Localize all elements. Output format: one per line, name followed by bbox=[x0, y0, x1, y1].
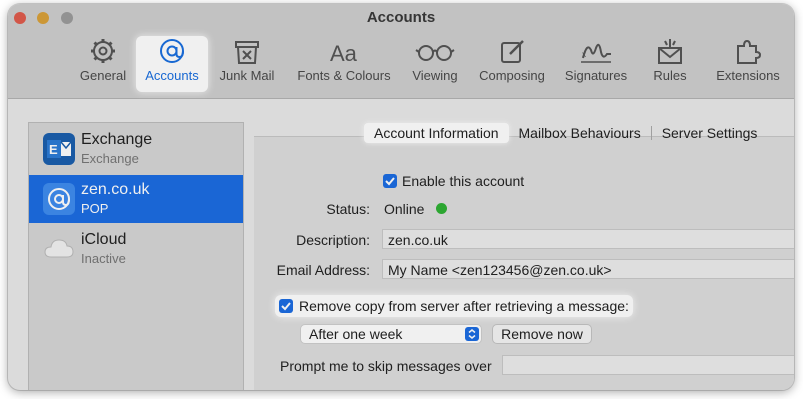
accounts-list: E Exchange Exchange zen.co.uk POP iCloud… bbox=[28, 122, 244, 390]
tab-mailbox-behaviours[interactable]: Mailbox Behaviours bbox=[509, 123, 651, 143]
preferences-toolbar: Accounts General Accounts Junk Mail Aa F… bbox=[8, 4, 794, 99]
compose-icon bbox=[501, 40, 524, 63]
status-label: Status: bbox=[326, 201, 370, 217]
toolbar-general-tab[interactable]: General bbox=[74, 36, 132, 92]
svg-text:x: x bbox=[582, 50, 586, 59]
junk-bin-icon bbox=[235, 41, 259, 64]
toolbar-item-label: Signatures bbox=[564, 68, 628, 83]
prompt-skip-size-field[interactable] bbox=[502, 355, 794, 375]
puzzle-icon bbox=[737, 39, 762, 64]
toolbar-accounts-tab[interactable]: Accounts bbox=[136, 36, 208, 92]
account-tabs: Account Information Mailbox Behaviours S… bbox=[364, 122, 767, 144]
toolbar-junk-mail-tab[interactable]: Junk Mail bbox=[214, 36, 280, 92]
description-field[interactable]: zen.co.uk bbox=[382, 229, 794, 249]
email-address-label: Email Address: bbox=[276, 262, 370, 278]
account-name: Exchange bbox=[81, 131, 153, 148]
toolbar-item-label: Extensions bbox=[716, 68, 780, 83]
svg-text:Aa: Aa bbox=[330, 41, 358, 66]
font-icon: Aa bbox=[330, 41, 358, 66]
gear-icon bbox=[91, 39, 115, 63]
enable-account-checkbox[interactable] bbox=[383, 174, 397, 188]
status-value: Online bbox=[384, 201, 425, 217]
toolbar-item-label: Rules bbox=[653, 68, 687, 83]
tab-account-information[interactable]: Account Information bbox=[364, 123, 509, 143]
svg-text:E: E bbox=[49, 142, 58, 157]
account-name: zen.co.uk bbox=[81, 181, 150, 198]
toolbar-item-label: Composing bbox=[479, 68, 545, 83]
account-type: Exchange bbox=[81, 151, 139, 166]
enable-account-label: Enable this account bbox=[402, 173, 525, 189]
status-online-indicator bbox=[436, 203, 447, 214]
account-item-exchange[interactable]: E Exchange Exchange bbox=[29, 125, 243, 173]
rules-icon bbox=[658, 39, 682, 64]
remove-copy-label: Remove copy from server after retrieving… bbox=[299, 298, 629, 314]
prompt-skip-label: Prompt me to skip messages over bbox=[280, 358, 492, 374]
toolbar-rules-tab[interactable]: Rules bbox=[648, 36, 692, 92]
tab-server-settings[interactable]: Server Settings bbox=[652, 123, 768, 143]
toolbar-item-label: Fonts & Colours bbox=[297, 68, 391, 83]
toolbar-signatures-tab[interactable]: x Signatures bbox=[560, 36, 632, 92]
toolbar-item-label: General bbox=[79, 68, 127, 83]
chevron-up-down-icon bbox=[465, 327, 479, 341]
checkmark-icon bbox=[281, 302, 291, 311]
toolbar-composing-tab[interactable]: Composing bbox=[474, 36, 550, 92]
glasses-icon bbox=[415, 45, 455, 61]
toolbar-item-label: Viewing bbox=[412, 68, 458, 83]
remove-after-select[interactable]: After one week bbox=[300, 324, 482, 344]
accounts-preferences-window: Accounts General Accounts Junk Mail Aa F… bbox=[8, 4, 794, 390]
toolbar-viewing-tab[interactable]: Viewing bbox=[404, 36, 466, 92]
signature-icon: x bbox=[581, 43, 611, 63]
toolbar-extensions-tab[interactable]: Extensions bbox=[708, 36, 788, 92]
checkmark-icon bbox=[385, 177, 395, 186]
remove-now-button[interactable]: Remove now bbox=[492, 324, 592, 344]
window-title: Accounts bbox=[366, 9, 436, 26]
toolbar-item-label: Accounts bbox=[145, 68, 199, 83]
remove-copy-checkbox[interactable] bbox=[279, 299, 293, 313]
remove-after-value: After one week bbox=[309, 326, 403, 342]
toolbar-item-label: Junk Mail bbox=[219, 68, 275, 83]
toolbar-fonts-colours-tab[interactable]: Aa Fonts & Colours bbox=[290, 36, 398, 92]
exchange-icon: E bbox=[43, 133, 75, 165]
description-label: Description: bbox=[296, 232, 370, 248]
at-sign-icon bbox=[160, 39, 184, 63]
email-address-field[interactable]: My Name <zen123456@zen.co.uk> bbox=[382, 259, 794, 279]
